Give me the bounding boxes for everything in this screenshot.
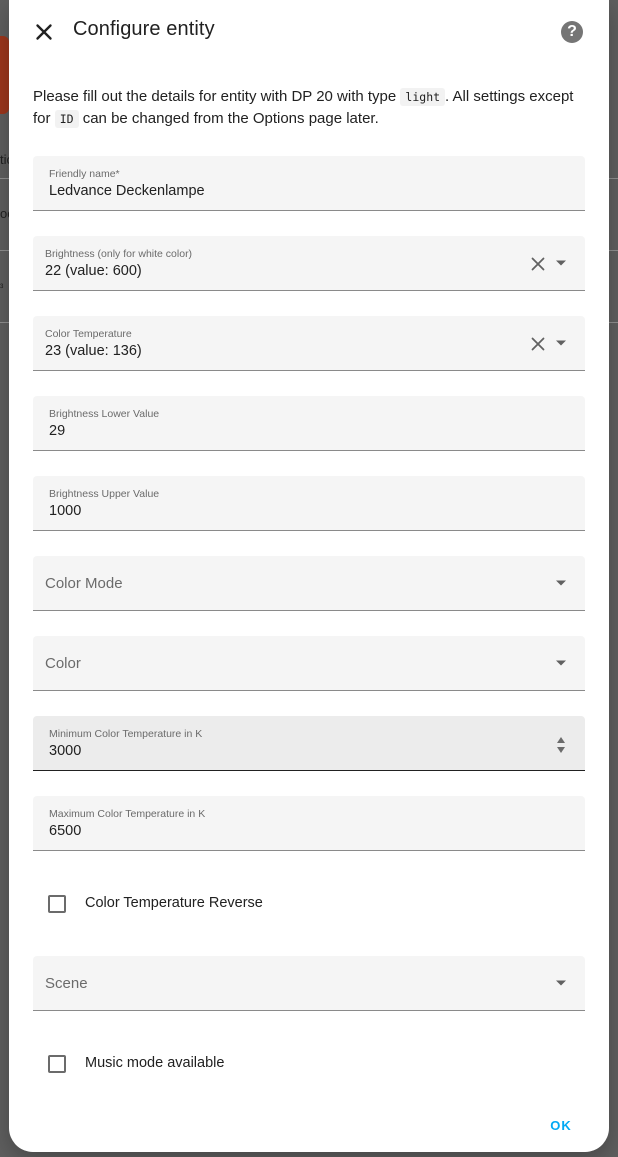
field-label: Friendly name* bbox=[49, 168, 120, 180]
field-value: 6500 bbox=[49, 823, 82, 839]
dialog-title: Configure entity bbox=[73, 18, 215, 40]
scene-select[interactable]: Scene bbox=[33, 956, 585, 1011]
field-label: Brightness (only for white color) bbox=[45, 248, 193, 260]
min-color-temperature-field[interactable]: Minimum Color Temperature in K 3000 bbox=[33, 716, 585, 771]
number-spinner-icon[interactable] bbox=[555, 734, 567, 756]
field-placeholder: Scene bbox=[45, 975, 88, 992]
field-label: Brightness Lower Value bbox=[49, 408, 160, 420]
field-value: 23 (value: 136) bbox=[45, 343, 142, 359]
field-label: Minimum Color Temperature in K bbox=[49, 728, 203, 740]
color-temperature-select[interactable]: Color Temperature 23 (value: 136) bbox=[33, 316, 585, 371]
color-temperature-reverse-checkbox[interactable] bbox=[48, 895, 66, 913]
chevron-down-icon[interactable] bbox=[555, 658, 567, 668]
description-text: Please fill out the details for entity w… bbox=[33, 88, 401, 105]
clear-icon[interactable] bbox=[529, 255, 547, 273]
field-value: 1000 bbox=[49, 503, 82, 519]
chevron-down-icon[interactable] bbox=[555, 578, 567, 588]
help-icon[interactable]: ? bbox=[561, 21, 583, 43]
field-placeholder: Color Mode bbox=[45, 575, 123, 592]
color-mode-select[interactable]: Color Mode bbox=[33, 556, 585, 611]
color-temperature-reverse-row: Color Temperature Reverse bbox=[33, 884, 585, 924]
field-value: 3000 bbox=[49, 743, 82, 759]
music-mode-row: Music mode available bbox=[33, 1044, 585, 1084]
checkbox-label: Color Temperature Reverse bbox=[85, 895, 263, 911]
color-select[interactable]: Color bbox=[33, 636, 585, 691]
dialog-description: Please fill out the details for entity w… bbox=[33, 86, 589, 130]
field-label: Brightness Upper Value bbox=[49, 488, 160, 500]
description-code-type: light bbox=[400, 88, 446, 106]
description-text: can be changed from the Options page lat… bbox=[78, 110, 379, 127]
dialog-header: Configure entity ? bbox=[9, 0, 609, 62]
brightness-lower-field[interactable]: Brightness Lower Value 29 bbox=[33, 396, 585, 451]
chevron-down-icon[interactable] bbox=[555, 338, 567, 348]
close-icon[interactable] bbox=[31, 19, 57, 45]
field-label: Maximum Color Temperature in K bbox=[49, 808, 206, 820]
chevron-down-icon[interactable] bbox=[555, 978, 567, 988]
field-label: Color Temperature bbox=[45, 328, 132, 340]
field-value: 22 (value: 600) bbox=[45, 263, 142, 279]
clear-icon[interactable] bbox=[529, 335, 547, 353]
checkbox-label: Music mode available bbox=[85, 1055, 225, 1071]
brightness-select[interactable]: Brightness (only for white color) 22 (va… bbox=[33, 236, 585, 291]
configure-entity-dialog: Configure entity ? Please fill out the d… bbox=[9, 0, 609, 1152]
music-mode-checkbox[interactable] bbox=[48, 1055, 66, 1073]
max-color-temperature-field[interactable]: Maximum Color Temperature in K 6500 bbox=[33, 796, 585, 851]
field-placeholder: Color bbox=[45, 655, 81, 672]
description-code-id: ID bbox=[54, 110, 79, 128]
field-value: 29 bbox=[49, 423, 66, 439]
brightness-upper-field[interactable]: Brightness Upper Value 1000 bbox=[33, 476, 585, 531]
ok-button[interactable]: OK bbox=[539, 1112, 583, 1140]
chevron-down-icon[interactable] bbox=[555, 258, 567, 268]
friendly-name-field[interactable]: Friendly name* Ledvance Deckenlampe bbox=[33, 156, 585, 211]
field-value: Ledvance Deckenlampe bbox=[49, 183, 205, 199]
